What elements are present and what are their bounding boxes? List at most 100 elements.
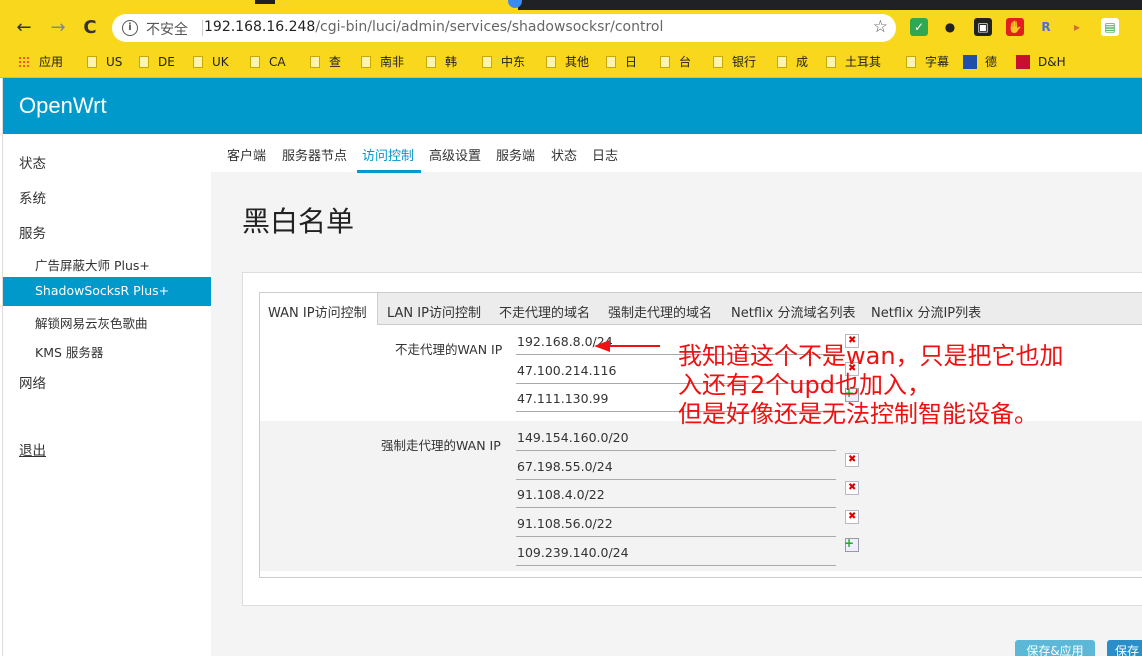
active-tab-indicator <box>357 170 421 173</box>
save-apply-button[interactable]: 保存&应用 <box>1015 640 1095 656</box>
wan-force-input-5[interactable] <box>516 540 836 566</box>
bookmark-item[interactable]: 韩 <box>426 53 457 71</box>
forward-icon[interactable]: → <box>46 16 70 40</box>
wan-bypass-label: 不走代理的WAN IP <box>395 342 503 357</box>
tab-server[interactable]: 服务端 <box>496 145 535 164</box>
bookmark-item[interactable]: DE <box>139 53 175 71</box>
save-button[interactable]: 保存 <box>1107 640 1142 656</box>
brand-logo[interactable]: OpenWrt <box>19 93 107 119</box>
sidebar-item-status[interactable]: 状态 <box>19 152 46 172</box>
sheet-extension-icon[interactable]: ▤ <box>1101 18 1119 36</box>
section-tabs: 客户端 服务器节点 访问控制 高级设置 服务端 状态 日志 <box>211 134 1142 173</box>
site-icon <box>1016 55 1030 69</box>
bookmark-item[interactable]: UK <box>193 53 229 71</box>
r-extension-icon[interactable]: R <box>1037 18 1055 36</box>
bookmark-item[interactable]: 日 <box>606 53 637 71</box>
folder-icon <box>361 56 371 68</box>
bookmark-item[interactable]: 字幕 <box>906 53 949 71</box>
bookmark-label: 中东 <box>501 55 526 69</box>
folder-icon <box>660 56 670 68</box>
sidebar-item-shadowsocksr[interactable]: ShadowSocksR Plus+ <box>3 277 211 306</box>
tab-log[interactable]: 日志 <box>592 145 618 164</box>
bookmark-label: 字幕 <box>925 55 950 69</box>
reload-icon[interactable]: C <box>78 16 102 40</box>
folder-icon <box>606 56 616 68</box>
bookmark-label: 韩 <box>445 55 458 69</box>
folder-icon <box>139 56 149 68</box>
sidebar-item-logout[interactable]: 退出 <box>19 439 46 459</box>
back-icon[interactable]: ← <box>12 16 36 40</box>
tab-wan-ip-control[interactable]: WAN IP访问控制 <box>268 302 367 321</box>
bookmark-item[interactable]: 德 <box>963 53 997 71</box>
tab-lan-ip-control[interactable]: LAN IP访问控制 <box>387 302 481 321</box>
folder-icon <box>546 56 556 68</box>
remove-icon[interactable] <box>845 481 859 495</box>
stop-extension-icon[interactable]: ✋ <box>1006 18 1024 36</box>
site-icon <box>963 55 977 69</box>
header-bar: OpenWrt <box>3 78 1142 134</box>
flag-extension-icon[interactable]: ▸ <box>1068 18 1086 36</box>
remove-icon[interactable] <box>845 510 859 524</box>
bookmark-label: 南非 <box>380 55 405 69</box>
tab-status[interactable]: 状态 <box>551 145 577 164</box>
face-extension-icon[interactable]: ▣ <box>974 18 992 36</box>
wan-force-input-3[interactable] <box>516 482 836 508</box>
bookmark-item[interactable]: 其他 <box>546 53 589 71</box>
sidebar-item-adblock[interactable]: 广告屏蔽大师 Plus+ <box>35 255 150 274</box>
annotation-line: 我知道这个不是wan，只是把它也加 <box>678 342 1064 370</box>
bookmark-item[interactable]: 土耳其 <box>826 53 881 71</box>
folder-icon <box>777 56 787 68</box>
bookmark-item[interactable]: 查 <box>310 53 341 71</box>
page-title: 黑白名单 <box>242 205 355 238</box>
url-text[interactable]: 192.168.16.248/cgi-bin/luci/admin/servic… <box>204 19 663 35</box>
bookmark-item[interactable]: D&H <box>1016 53 1066 71</box>
mask-extension-icon[interactable]: ● <box>941 18 959 36</box>
tab-server-nodes[interactable]: 服务器节点 <box>282 145 347 164</box>
tab-fragment[interactable] <box>255 0 275 4</box>
sidebar: 状态 系统 服务 广告屏蔽大师 Plus+ ShadowSocksR Plus+… <box>3 134 211 656</box>
sidebar-item-kms[interactable]: KMS 服务器 <box>35 342 103 361</box>
wan-force-input-4[interactable] <box>516 511 836 537</box>
bookmark-label: 应用 <box>39 55 64 69</box>
sidebar-item-network[interactable]: 网络 <box>19 372 46 392</box>
folder-icon <box>426 56 436 68</box>
bookmark-label: 土耳其 <box>845 55 882 69</box>
security-label: 不安全 <box>146 22 188 38</box>
annotation-line: 入还有2个upd也加入， <box>678 371 931 399</box>
shield-extension-icon[interactable]: ✓ <box>910 18 928 36</box>
bookmark-label: 日 <box>625 55 638 69</box>
bookmark-label: US <box>106 55 123 69</box>
bookmark-item[interactable]: 中东 <box>482 53 525 71</box>
tab-advanced[interactable]: 高级设置 <box>429 145 481 164</box>
bookmark-item[interactable]: CA <box>250 53 286 71</box>
bookmark-item[interactable]: 应用 <box>18 53 63 71</box>
folder-icon <box>193 56 203 68</box>
bookmark-label: D&H <box>1038 55 1066 69</box>
tab-netflix-ip-list[interactable]: Netflix 分流IP列表 <box>871 302 981 321</box>
add-icon[interactable] <box>844 536 859 552</box>
tab-netflix-domain-list[interactable]: Netflix 分流域名列表 <box>731 302 855 321</box>
bookmark-label: 德 <box>985 55 998 69</box>
info-icon[interactable]: i <box>122 20 138 36</box>
tab-client[interactable]: 客户端 <box>227 145 266 164</box>
tab-bypass-domains[interactable]: 不走代理的域名 <box>499 302 590 321</box>
bookmark-star-icon[interactable]: ☆ <box>873 17 888 37</box>
address-bar[interactable]: i 不安全 192.168.16.248/cgi-bin/luci/admin/… <box>112 14 896 42</box>
bookmark-label: CA <box>269 55 286 69</box>
tab-access-control[interactable]: 访问控制 <box>362 145 414 164</box>
tab-force-proxy-domains[interactable]: 强制走代理的域名 <box>608 302 712 321</box>
bookmark-label: 查 <box>329 55 342 69</box>
bookmark-item[interactable]: 成 <box>777 53 808 71</box>
wan-force-label: 强制走代理的WAN IP <box>381 438 501 453</box>
bookmark-item[interactable]: 银行 <box>713 53 756 71</box>
sidebar-item-unblock-netease[interactable]: 解锁网易云灰色歌曲 <box>35 313 148 332</box>
folder-icon <box>87 56 97 68</box>
sidebar-item-services[interactable]: 服务 <box>19 222 46 242</box>
annotation-line: 但是好像还是无法控制智能设备。 <box>678 400 1038 428</box>
remove-icon[interactable] <box>845 453 859 467</box>
bookmark-item[interactable]: 南非 <box>361 53 404 71</box>
bookmark-item[interactable]: 台 <box>660 53 691 71</box>
wan-force-input-2[interactable] <box>516 454 836 480</box>
sidebar-item-system[interactable]: 系统 <box>19 187 46 207</box>
bookmark-item[interactable]: US <box>87 53 122 71</box>
